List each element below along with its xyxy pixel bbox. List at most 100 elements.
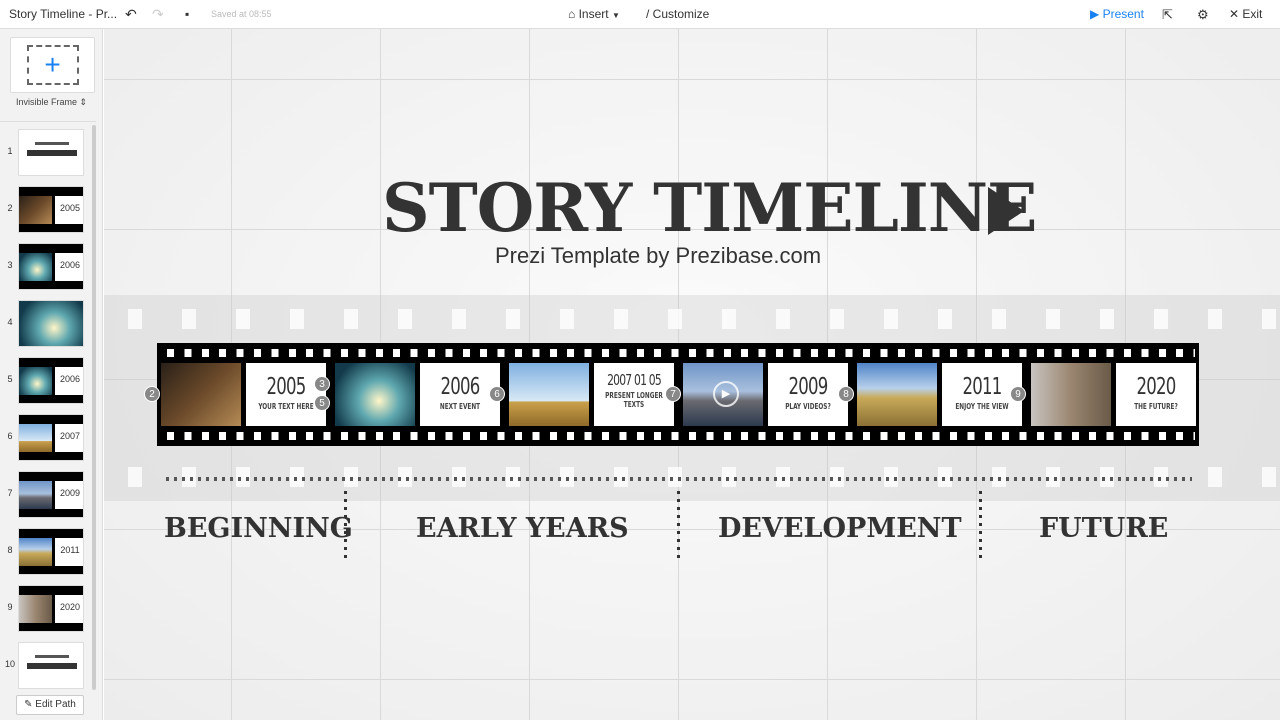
frame-thumbnail[interactable]: 7 2009 [0,468,90,520]
year-card: 2020 THE FUTURE? [1116,363,1196,426]
path-step-badge[interactable]: 5 [314,395,330,411]
thumbnail-image: 2005 [18,186,84,233]
canvas[interactable]: STORY TIMELINE Prezi Template by Preziba… [104,29,1280,720]
path-step-badge[interactable]: 7 [665,386,681,402]
customize-button[interactable]: / Customize [646,0,709,29]
exit-button[interactable]: ✕ Exit [1229,0,1262,29]
section-label: DEVELOPMENT [718,513,962,544]
year-label: 2020 [1136,374,1177,400]
plus-icon: + [44,49,61,80]
grid-line [104,79,1280,80]
year-caption: PRESENT LONGER TEXTS [605,391,663,409]
thumbnail-image [18,129,84,176]
frame-thumbnail[interactable]: 3 2006 [0,240,90,292]
grid-line [104,679,1280,680]
year-card: 2007 01 05 PRESENT LONGER TEXTS [594,363,674,426]
year-label: 2005 [266,374,307,400]
timeline-frame[interactable]: 2007 01 05 PRESENT LONGER TEXTS [505,363,679,426]
timeline-frame[interactable]: 2011 ENJOY THE VIEW [853,363,1027,426]
scrollbar[interactable] [92,125,96,690]
thumbnail-number: 6 [7,431,13,441]
year-label: 2007 01 05 [607,371,662,389]
thumbnail-number: 10 [4,659,15,669]
section-label: EARLY YEARS [416,513,629,544]
path-step-badge[interactable]: 9 [1010,386,1026,402]
presentation-title[interactable]: Story Timeline - Pr... [9,0,117,29]
photo-field-sky [509,363,589,426]
year-caption: ENJOY THE VIEW [955,402,1009,411]
year-label: 2009 [788,374,829,400]
path-step-badge[interactable]: 6 [489,386,505,402]
share-icon[interactable]: ⇱ [1162,0,1173,29]
year-caption: NEXT EVENT [439,402,481,411]
photo-climber [1031,363,1111,426]
frame-thumbnail[interactable]: 6 2007 [0,411,90,463]
frame-thumbnail[interactable]: 1 [0,126,90,178]
caret-down-icon: ▼ [611,11,620,20]
undo-icon[interactable]: ↶ [125,0,137,29]
edit-path-button[interactable]: ✎ Edit Path [16,695,84,715]
frame-thumbnail[interactable]: 2 2005 [0,183,90,235]
frame-thumbnail[interactable]: 10 [0,639,90,691]
thumbnail-image: 2007 [18,414,84,461]
save-icon[interactable]: ▪ [185,0,189,29]
section-divider [979,491,982,563]
thumbnail-image: 2009 [18,471,84,518]
thumbnail-number: 2 [7,203,13,213]
save-status: Saved at 08:55 [211,9,272,19]
play-icon: ▶ [1090,7,1103,21]
year-card: 2006 NEXT EVENT [420,363,500,426]
add-frame-button[interactable]: + [10,37,95,93]
photo-feet-meadow [857,363,937,426]
play-triangle-icon [988,187,1024,235]
path-step-badge[interactable]: 8 [838,386,854,402]
year-caption: THE FUTURE? [1134,402,1178,411]
section-label: BEGINNING [164,513,353,544]
thumbnail-image: 2006 [18,243,84,290]
timeline-frame[interactable]: 2006 NEXT EVENT [331,363,505,426]
timeline-frame[interactable]: ▶ 2009 PLAY VIDEOS? [679,363,853,426]
gear-icon[interactable]: ⚙ [1197,0,1209,29]
year-card: 2009 PLAY VIDEOS? [768,363,848,426]
thumbnail-number: 4 [7,317,13,327]
thumbnail-number: 9 [7,602,13,612]
brush-icon: / [646,7,653,21]
video-play-icon[interactable]: ▶ [713,381,739,407]
thumbnail-number: 3 [7,260,13,270]
thumbnail-image [18,300,84,347]
section-divider [677,491,680,563]
sidebar: + Invisible Frame ⇕ 1 2 2005 3 2006 4 5 2006 6 20… [0,29,103,720]
photo-skater [335,363,415,426]
thumbnail-image [18,642,84,689]
year-card: 2005 YOUR TEXT HERE [246,363,326,426]
timeline-dotted-line [166,477,1192,481]
year-caption: PLAY VIDEOS? [785,402,831,411]
frame-type-select[interactable]: Invisible Frame ⇕ [0,97,103,108]
timeline-frame[interactable]: 2020 THE FUTURE? [1027,363,1201,426]
path-step-badge[interactable]: 2 [144,386,160,402]
close-icon: ✕ [1229,7,1243,21]
toolbar: Story Timeline - Pr... ↶ ↷ ▪ Saved at 08… [0,0,1280,29]
frame-thumbnail[interactable]: 9 2020 [0,582,90,634]
thumbnail-image: 2006 [18,357,84,404]
path-step-badge[interactable]: 3 [314,376,330,392]
section-label: FUTURE [1039,513,1169,544]
photo-laptop [161,363,241,426]
thumbnail-number: 1 [7,146,13,156]
present-button[interactable]: ▶ Present [1090,0,1144,29]
slide-subtitle: Prezi Template by Prezibase.com [494,243,822,268]
timeline-frame[interactable]: 2005 YOUR TEXT HERE [157,363,331,426]
slide-title: STORY TIMELINE [382,169,1037,247]
frame-thumbnail[interactable]: 8 2011 [0,525,90,577]
redo-icon[interactable]: ↷ [152,0,164,29]
frame-thumbnail[interactable]: 4 [0,297,90,349]
thumbnail-number: 5 [7,374,13,384]
thumbnail-number: 8 [7,545,13,555]
photo-city-skyline: ▶ [683,363,763,426]
insert-button[interactable]: ⌂ Insert ▼ [568,0,620,29]
frame-list: 1 2 2005 3 2006 4 5 2006 6 2007 7 2009 8 2011 9 2020 10 [0,121,96,691]
frame-thumbnail[interactable]: 5 2006 [0,354,90,406]
year-label: 2011 [962,374,1003,400]
year-label: 2006 [440,374,481,400]
insert-icon: ⌂ [568,7,579,21]
